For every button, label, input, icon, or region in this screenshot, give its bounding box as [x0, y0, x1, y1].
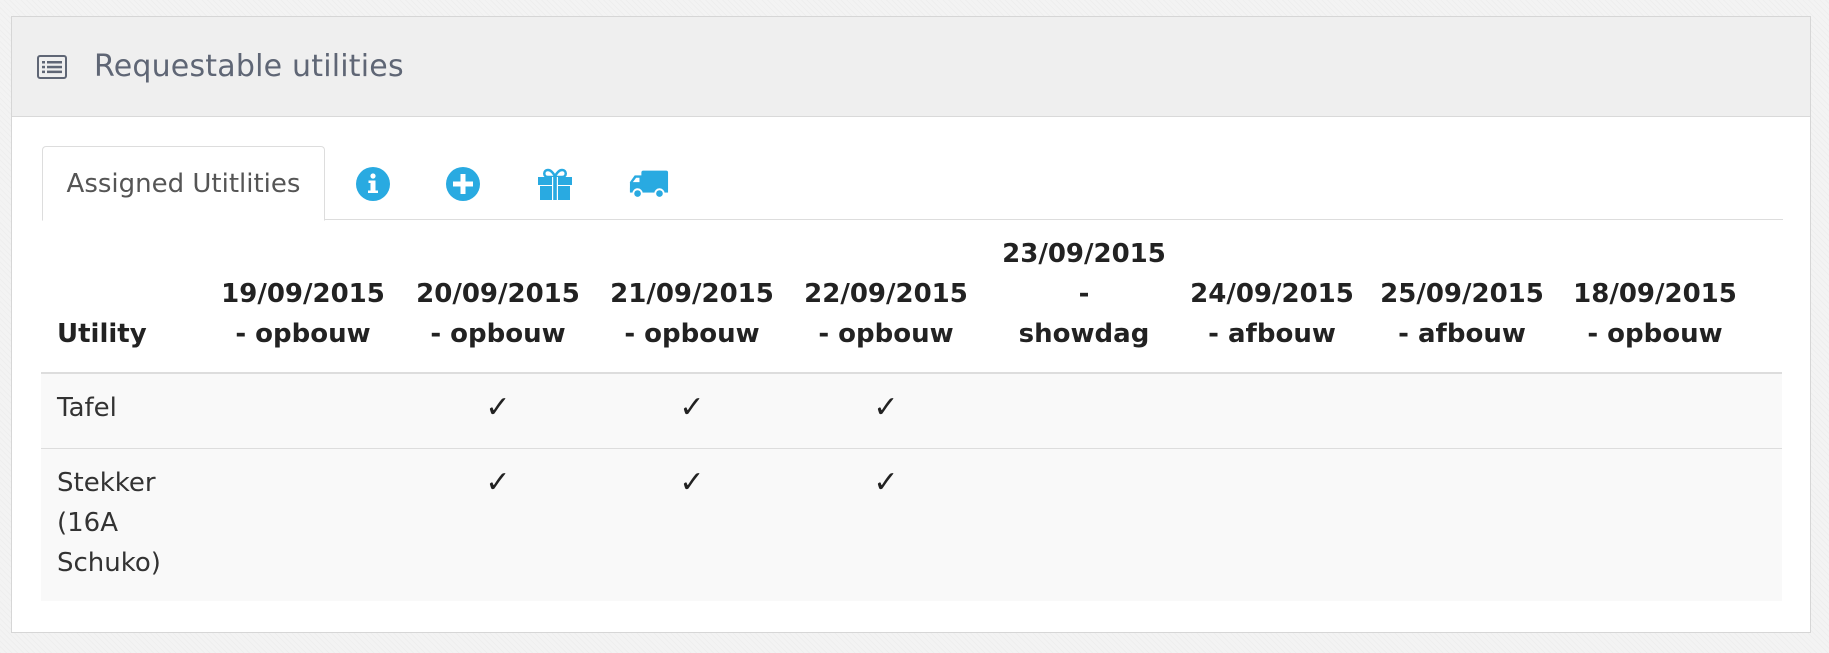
tab-gift[interactable] — [535, 164, 575, 204]
table-row: Stekker (16A Schuko) ✓ ✓ ✓ — [41, 449, 1782, 601]
column-header-date: 25/09/2015- afbouw — [1380, 279, 1544, 349]
plus-icon — [446, 167, 480, 201]
utility-name: Stekker (16A Schuko) — [57, 468, 161, 578]
column-header-date: 23/09/2015 - showdag — [1002, 239, 1166, 349]
table-row: Tafel ✓ ✓ ✓ — [41, 374, 1782, 449]
check-cell: ✓ — [679, 390, 705, 425]
column-header-date: 22/09/2015- opbouw — [804, 279, 968, 349]
table-header: Utility 19/09/2015- opbouw 20/09/2015- o… — [41, 239, 1782, 374]
utility-name: Tafel — [57, 393, 117, 423]
column-header-date: 19/09/2015- opbouw — [221, 279, 385, 349]
tab-label: Assigned Utitlities — [66, 168, 301, 199]
column-header-utility: Utility — [57, 319, 147, 349]
check-cell: ✓ — [485, 465, 511, 500]
column-header-date: 21/09/2015- opbouw — [610, 279, 774, 349]
tab-assigned-utilities[interactable]: Assigned Utitlities — [42, 146, 325, 221]
panel-header: Requestable utilities — [12, 17, 1810, 117]
tab-info[interactable] — [353, 164, 393, 204]
tab-delivery[interactable] — [629, 164, 669, 204]
truck-icon — [629, 170, 669, 199]
tab-add[interactable] — [443, 164, 483, 204]
column-header-date: 24/09/2015- afbouw — [1190, 279, 1354, 349]
panel-title: Requestable utilities — [94, 49, 404, 84]
check-cell: ✓ — [873, 465, 899, 500]
check-cell: ✓ — [873, 390, 899, 425]
column-header-date: 18/09/2015- opbouw — [1573, 279, 1737, 349]
tab-bar: Assigned Utitlities — [42, 146, 1783, 221]
check-cell: ✓ — [485, 390, 511, 425]
check-cell: ✓ — [679, 465, 705, 500]
info-icon — [356, 167, 390, 201]
column-header-date: 20/09/2015- opbouw — [416, 279, 580, 349]
utilities-table: Utility 19/09/2015- opbouw 20/09/2015- o… — [41, 239, 1782, 601]
list-alt-icon — [37, 54, 69, 80]
gift-icon — [538, 168, 572, 200]
